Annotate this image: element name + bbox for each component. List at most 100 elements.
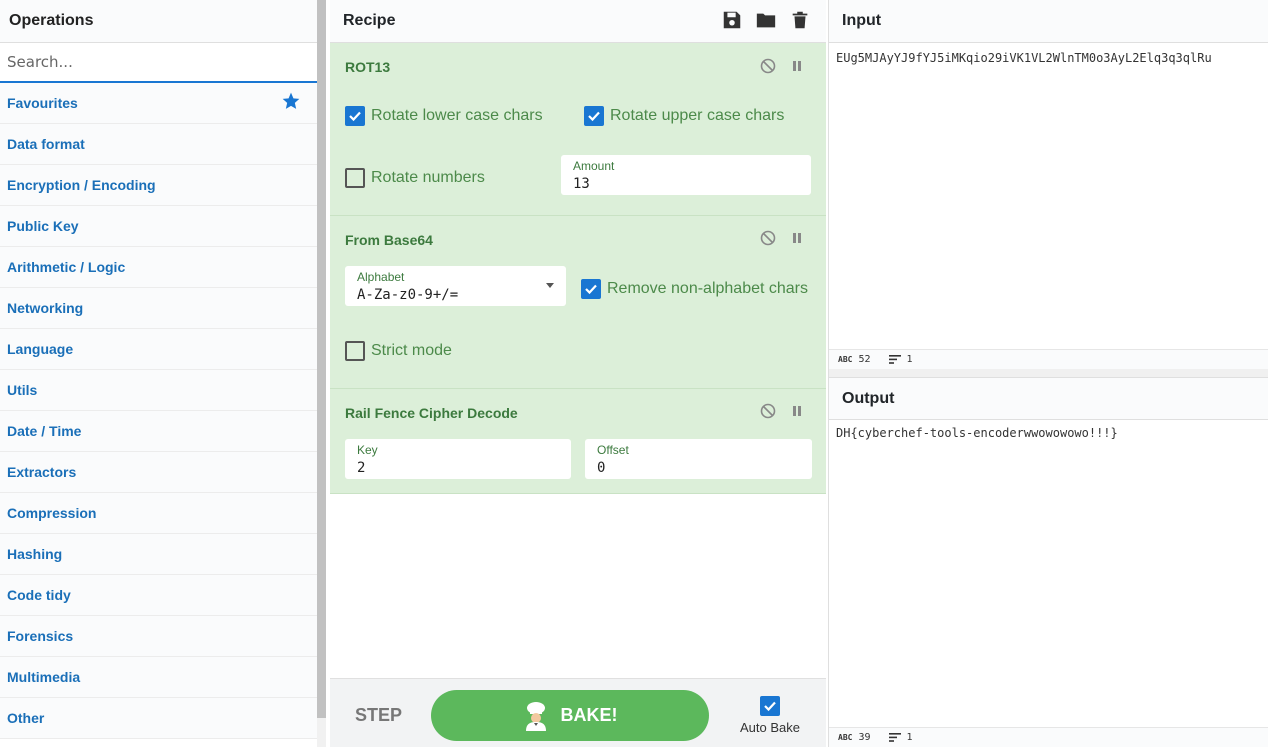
autobake-toggle[interactable]: Auto Bake	[735, 696, 805, 735]
length-icon: ABC	[838, 355, 853, 364]
recipe-op-from-base64: From Base64 Alphabet A-Za-z0-9+/= Remove…	[330, 216, 826, 389]
checkbox-checked-icon[interactable]	[760, 696, 780, 716]
pause-icon[interactable]	[789, 58, 805, 74]
recipe-panel: Recipe ROT13 Rotate lower case chars Rot…	[330, 0, 826, 747]
field-label: Offset	[597, 443, 629, 457]
save-icon[interactable]	[721, 9, 743, 31]
input-length: 52	[858, 354, 871, 365]
operations-panel: Operations Favourites Data format Encryp…	[0, 0, 317, 747]
category-arithmetic-logic[interactable]: Arithmetic / Logic	[0, 247, 317, 288]
step-button[interactable]: STEP	[355, 705, 402, 726]
category-label: Extractors	[7, 464, 77, 480]
autobake-label: Auto Bake	[740, 720, 800, 735]
io-divider[interactable]	[829, 369, 1268, 377]
amount-field[interactable]: Amount 13	[561, 155, 811, 195]
recipe-header: Recipe	[330, 0, 826, 43]
operations-scroll-track	[317, 718, 326, 747]
rotate-lower-checkbox[interactable]: Rotate lower case chars	[345, 106, 543, 126]
trash-icon[interactable]	[789, 9, 811, 31]
amount-value[interactable]: 13	[573, 176, 590, 192]
input-title: Input	[842, 12, 882, 29]
category-label: Hashing	[7, 546, 63, 562]
lines-icon	[888, 733, 901, 742]
offset-value[interactable]: 0	[597, 460, 605, 476]
lines-icon	[888, 355, 901, 364]
category-other[interactable]: Other	[0, 698, 317, 739]
bake-button[interactable]: BAKE!	[431, 690, 709, 741]
category-label: Multimedia	[7, 669, 81, 685]
field-label: Alphabet	[357, 270, 405, 284]
offset-field[interactable]: Offset 0	[585, 439, 812, 479]
checkbox-unchecked-icon[interactable]	[345, 168, 365, 188]
category-label: Networking	[7, 300, 84, 316]
search-input[interactable]	[7, 53, 317, 71]
category-extractors[interactable]: Extractors	[0, 452, 317, 493]
category-label: Utils	[7, 382, 38, 398]
bake-label: BAKE!	[560, 705, 618, 725]
category-compression[interactable]: Compression	[0, 493, 317, 534]
operations-scrollbar[interactable]	[317, 0, 326, 718]
category-code-tidy[interactable]: Code tidy	[0, 575, 317, 616]
op-title: From Base64	[345, 232, 433, 248]
strict-mode-checkbox[interactable]: Strict mode	[345, 341, 452, 361]
field-label: Key	[357, 443, 378, 457]
alphabet-select[interactable]: Alphabet A-Za-z0-9+/=	[345, 266, 566, 306]
category-encryption-encoding[interactable]: Encryption / Encoding	[0, 165, 317, 206]
disable-icon[interactable]	[760, 230, 776, 246]
category-public-key[interactable]: Public Key	[0, 206, 317, 247]
output-title: Output	[842, 389, 895, 407]
disable-icon[interactable]	[760, 58, 776, 74]
category-hashing[interactable]: Hashing	[0, 534, 317, 575]
operations-search[interactable]	[0, 43, 317, 83]
bake-controls: STEP BAKE! Auto Bake	[330, 678, 826, 747]
category-multimedia[interactable]: Multimedia	[0, 657, 317, 698]
category-favourites[interactable]: Favourites	[0, 83, 317, 124]
category-date-time[interactable]: Date / Time	[0, 411, 317, 452]
field-label: Amount	[573, 159, 615, 173]
key-field[interactable]: Key 2	[345, 439, 571, 479]
input-header: Input	[829, 0, 1268, 43]
category-forensics[interactable]: Forensics	[0, 616, 317, 657]
disable-icon[interactable]	[760, 403, 776, 419]
key-value[interactable]: 2	[357, 460, 365, 476]
category-label: Arithmetic / Logic	[7, 259, 126, 275]
output-length: 39	[858, 732, 871, 743]
category-label: Compression	[7, 505, 97, 521]
output-textarea[interactable]: DH{cyberchef-tools-encoderwwowowowo!!!}	[829, 420, 1268, 726]
remove-non-alphabet-checkbox[interactable]: Remove non-alphabet chars	[581, 279, 808, 299]
category-language[interactable]: Language	[0, 329, 317, 370]
checkbox-checked-icon[interactable]	[584, 106, 604, 126]
input-text[interactable]: EUg5MJAyYJ9fYJ5iMKqio29iVK1VL2WlnTM0o3Ay…	[829, 51, 1268, 65]
category-utils[interactable]: Utils	[0, 370, 317, 411]
alphabet-value: A-Za-z0-9+/=	[357, 287, 459, 303]
op-title: Rail Fence Cipher Decode	[345, 405, 518, 421]
chevron-down-icon[interactable]	[546, 283, 554, 288]
folder-icon[interactable]	[755, 9, 777, 31]
star-icon[interactable]	[281, 91, 301, 111]
checkbox-checked-icon[interactable]	[581, 279, 601, 299]
op-title: ROT13	[345, 59, 391, 75]
category-label: Encryption / Encoding	[7, 177, 156, 193]
category-label: Favourites	[7, 95, 78, 111]
output-text[interactable]: DH{cyberchef-tools-encoderwwowowowo!!!}	[829, 426, 1268, 440]
checkbox-unchecked-icon[interactable]	[345, 341, 365, 361]
pause-icon[interactable]	[789, 230, 805, 246]
pause-icon[interactable]	[789, 403, 805, 419]
category-data-format[interactable]: Data format	[0, 124, 317, 165]
category-label: Language	[7, 341, 74, 357]
rotate-numbers-checkbox[interactable]: Rotate numbers	[345, 168, 485, 188]
checkbox-checked-icon[interactable]	[345, 106, 365, 126]
input-lines: 1	[906, 354, 913, 365]
rotate-upper-checkbox[interactable]: Rotate upper case chars	[584, 106, 784, 126]
checkbox-label: Strict mode	[371, 342, 452, 359]
recipe-op-rail-fence: Rail Fence Cipher Decode Key 2 Offset 0	[330, 389, 826, 494]
category-label: Code tidy	[7, 587, 71, 603]
operations-title: Operations	[0, 0, 317, 43]
category-label: Data format	[7, 136, 85, 152]
output-lines: 1	[906, 732, 913, 743]
checkbox-label: Rotate numbers	[371, 169, 485, 186]
category-networking[interactable]: Networking	[0, 288, 317, 329]
category-label: Forensics	[7, 628, 74, 644]
input-textarea[interactable]: EUg5MJAyYJ9fYJ5iMKqio29iVK1VL2WlnTM0o3Ay…	[829, 43, 1268, 349]
output-status-bar: ABC 39 1	[829, 727, 1268, 747]
